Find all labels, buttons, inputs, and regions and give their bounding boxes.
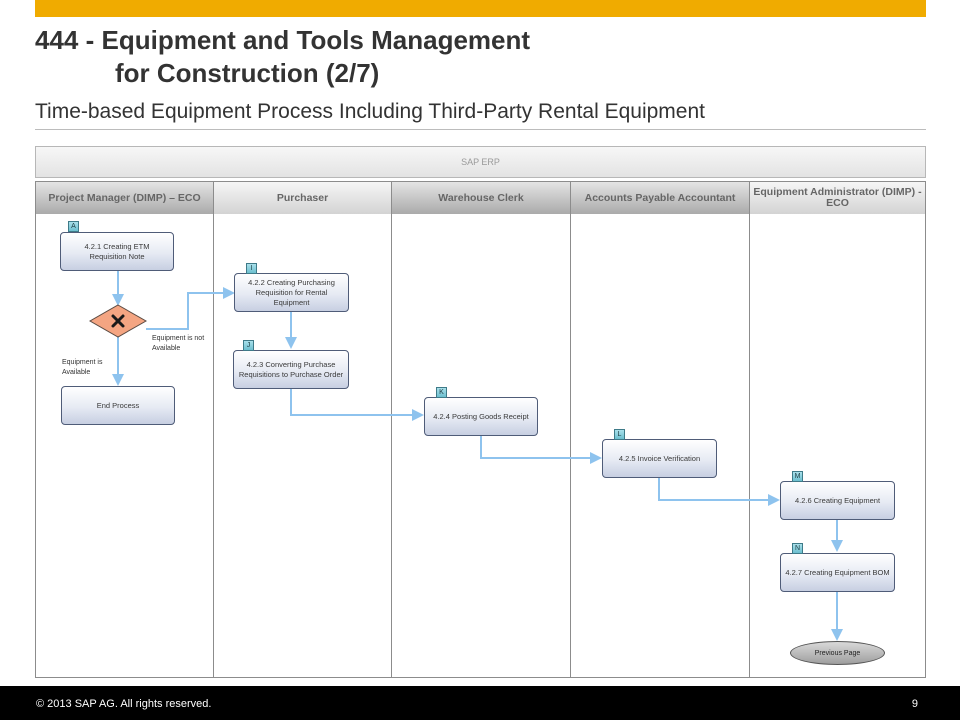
step-tag-m: M [792,471,803,482]
step-4-2-5: 4.2.5 Invoice Verification [602,439,717,478]
step-4-2-1: 4.2.1 Creating ETM Requisition Note [60,232,174,271]
step-tag-j: J [243,340,254,351]
step-tag-l: L [614,429,625,440]
step-tag-k: K [436,387,447,398]
connector-gateway-to-i [146,287,235,330]
footer-page-number: 9 [911,698,918,710]
connector-j-to-k [290,388,424,421]
step-4-2-7: 4.2.7 Creating Equipment BOM [780,553,895,592]
step-4-2-4: 4.2.4 Posting Goods Receipt [424,397,538,436]
note-equipment-not-available: Equipment is not Available [152,335,205,352]
note-equipment-available: Equipment is Available [62,359,103,376]
end-process: End Process [61,386,175,425]
step-tag-a: A [68,221,79,232]
previous-page-link[interactable]: Previous Page [790,641,885,665]
footer-copyright: © 2013 SAP AG. All rights reserved. [36,698,212,710]
step-4-2-2: 4.2.2 Creating Purchasing Requisition fo… [234,273,349,312]
connector-k-to-l [480,436,602,464]
connector-layer [88,270,843,641]
footer: © 2013 SAP AG. All rights reserved. 9 [0,686,960,720]
step-4-2-3: 4.2.3 Converting Purchase Requisitions t… [233,350,349,389]
connector-l-to-m [658,477,780,506]
step-tag-i: I [246,263,257,274]
step-tag-n: N [792,543,803,554]
step-4-2-6: 4.2.6 Creating Equipment [780,481,895,520]
